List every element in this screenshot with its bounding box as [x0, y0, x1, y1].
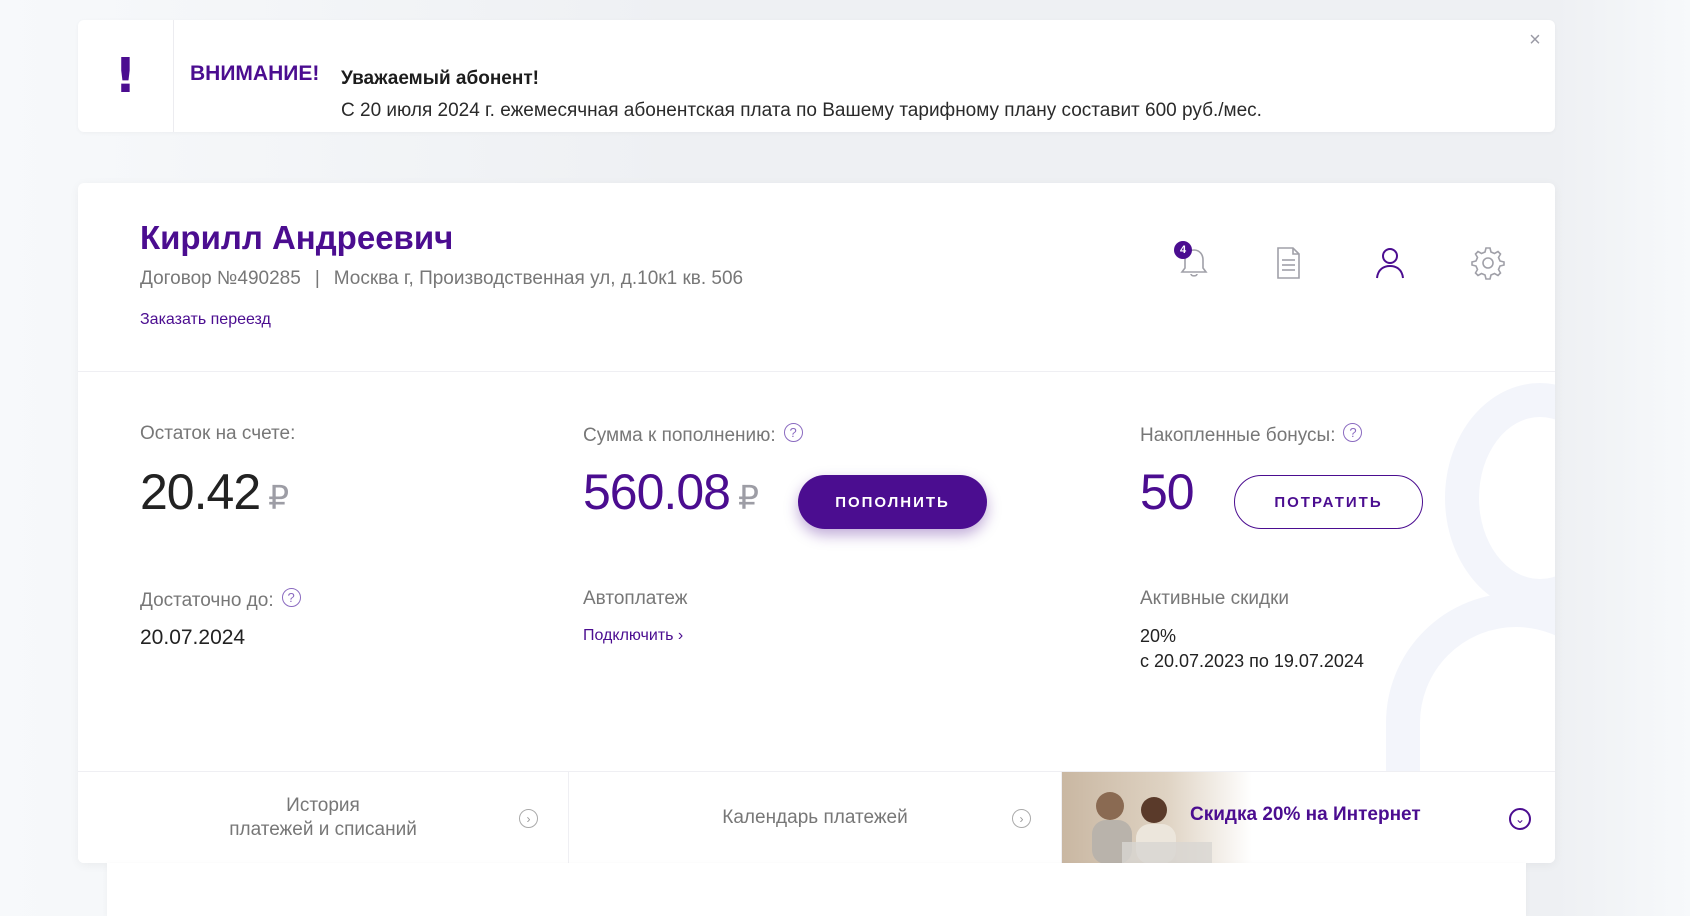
topup-label-text: Сумма к пополнению: — [583, 425, 776, 446]
discount-period: с 20.07.2023 по 19.07.2024 — [1140, 651, 1364, 671]
order-move-link[interactable]: Заказать переезд — [140, 311, 271, 329]
balance-label: Остаток на счете: — [140, 423, 296, 444]
history-line-2: платежей и списаний — [229, 819, 417, 840]
gear-icon — [1471, 247, 1505, 280]
balance-amount: 20.42 — [140, 464, 261, 520]
enough-until-label: Достаточно до:? — [140, 588, 301, 612]
next-section-card — [107, 863, 1526, 916]
documents-button[interactable] — [1268, 243, 1308, 283]
user-name: Кирилл Андреевич — [140, 219, 454, 256]
calendar-label: Календарь платежей — [722, 807, 908, 828]
contract-info: Договор №490285 | Москва г, Производственн… — [140, 268, 743, 290]
topup-amount: 560.08 — [583, 464, 731, 520]
document-icon — [1277, 247, 1300, 279]
contract-number: Договор №490285 — [140, 268, 301, 289]
topup-button[interactable]: ПОПОЛНИТЬ — [798, 475, 987, 529]
topup-value: 560.08 ₽ — [583, 463, 759, 521]
notice-title: ВНИМАНИЕ! — [190, 62, 320, 85]
enough-until-label-text: Достаточно до: — [140, 590, 274, 611]
profile-button[interactable] — [1370, 243, 1410, 283]
bonuses-value: 50 — [1140, 464, 1195, 520]
bottom-strip: История платежей и списаний › Календарь … — [78, 771, 1555, 863]
chevron-right-icon: › — [1012, 809, 1031, 828]
currency-sign: ₽ — [268, 479, 289, 516]
chevron-down-icon[interactable]: ⌄ — [1509, 808, 1531, 830]
help-icon[interactable]: ? — [281, 588, 301, 607]
notifications-badge: 4 — [1174, 241, 1192, 259]
bonuses-label: Накопленные бонусы:? — [1140, 423, 1363, 447]
autopay-label: Автоплатеж — [583, 588, 688, 609]
payment-history-link[interactable]: История платежей и списаний › — [78, 772, 569, 863]
history-line-1: История — [286, 795, 360, 816]
autopay-connect-link[interactable]: Подключить › — [583, 627, 683, 645]
chevron-right-icon: › — [519, 809, 538, 828]
settings-button[interactable] — [1468, 243, 1508, 283]
notifications-button[interactable]: 4 — [1174, 241, 1214, 283]
help-icon[interactable]: ? — [783, 423, 803, 442]
enough-until-value: 20.07.2024 — [140, 626, 246, 649]
watermark-decoration — [1445, 383, 1555, 613]
separator: | — [314, 268, 320, 289]
account-card: Кирилл Андреевич Договор №490285 | Москва … — [78, 183, 1555, 863]
exclamation-icon: ! — [78, 20, 174, 132]
user-icon — [1376, 248, 1404, 279]
topup-label: Сумма к пополнению:? — [583, 423, 803, 447]
discount-percent: 20% — [1140, 626, 1177, 646]
promo-banner[interactable]: Скидка 20% на Интернет ⌄ — [1062, 772, 1555, 863]
notice-text: С 20 июля 2024 г. ежемесячная абонентска… — [341, 100, 1262, 121]
divider — [78, 371, 1555, 372]
help-icon[interactable]: ? — [1343, 423, 1363, 442]
notice-heading: Уважаемый абонент! — [341, 68, 539, 89]
close-icon[interactable]: × — [1525, 29, 1545, 51]
balance-value: 20.42 ₽ — [140, 463, 289, 521]
promo-text: Скидка 20% на Интернет — [1190, 804, 1421, 825]
payment-calendar-link[interactable]: Календарь платежей › — [569, 772, 1062, 863]
address: Москва г, Производственная ул, д.10к1 кв… — [333, 268, 744, 289]
spend-bonuses-button[interactable]: ПОТРАТИТЬ — [1234, 475, 1423, 529]
notice-banner: ! ВНИМАНИЕ! Уважаемый абонент! С 20 июля… — [78, 20, 1555, 132]
bonuses-label-text: Накопленные бонусы: — [1140, 425, 1336, 446]
discounts-label: Активные скидки — [1140, 588, 1290, 609]
currency-sign: ₽ — [737, 479, 759, 516]
